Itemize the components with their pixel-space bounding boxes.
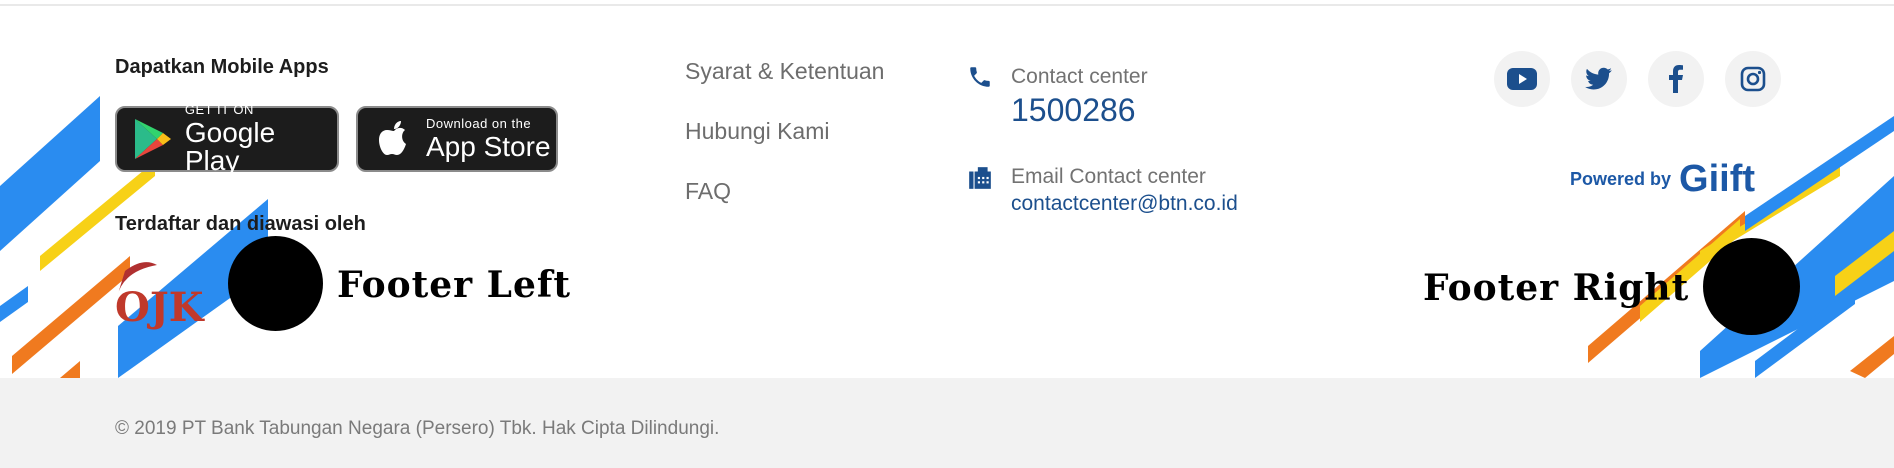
powered-by-giift: Powered by Giift bbox=[1570, 160, 1755, 198]
mobile-apps-title: Dapatkan Mobile Apps bbox=[115, 56, 329, 78]
youtube-button[interactable] bbox=[1494, 51, 1550, 107]
google-play-big-label: Google Play bbox=[184, 117, 276, 176]
facebook-icon bbox=[1669, 65, 1683, 93]
link-terms[interactable]: Syarat & Ketentuan bbox=[685, 58, 884, 85]
contact-email-link[interactable]: contactcenter@btn.co.id bbox=[1011, 192, 1238, 216]
facebook-button[interactable] bbox=[1648, 51, 1704, 107]
fax-icon bbox=[969, 167, 991, 189]
twitter-button[interactable] bbox=[1571, 51, 1627, 107]
left-circle-marker bbox=[228, 236, 323, 331]
copyright-text: © 2019 PT Bank Tabungan Negara (Persero)… bbox=[115, 418, 720, 439]
app-store-button[interactable]: Download on the App Store bbox=[356, 106, 558, 172]
contact-center-label: Contact center bbox=[1011, 65, 1148, 88]
giift-logo: Giift bbox=[1679, 158, 1756, 200]
powered-by-label: Powered by bbox=[1570, 169, 1672, 189]
svg-text:OJK: OJK bbox=[115, 284, 205, 331]
footer-right-label: Footer Right bbox=[1423, 267, 1690, 309]
google-play-button[interactable]: GET IT ON Google Play bbox=[115, 102, 339, 176]
google-play-small-label: GET IT ON bbox=[184, 102, 254, 117]
apple-icon bbox=[372, 117, 416, 161]
twitter-icon bbox=[1585, 67, 1612, 90]
link-faq[interactable]: FAQ bbox=[685, 178, 884, 205]
ojk-logo: OJK bbox=[115, 262, 205, 331]
app-store-small-label: Download on the bbox=[426, 116, 532, 131]
instagram-icon bbox=[1740, 66, 1766, 92]
contact-center-number[interactable]: 1500286 bbox=[1011, 92, 1136, 129]
instagram-button[interactable] bbox=[1725, 51, 1781, 107]
youtube-icon bbox=[1507, 68, 1537, 90]
footer-links: Syarat & Ketentuan Hubungi Kami FAQ bbox=[685, 58, 884, 238]
footer-left-label: Footer Left bbox=[337, 264, 571, 306]
phone-icon bbox=[970, 67, 990, 87]
google-play-icon bbox=[131, 117, 175, 161]
right-circle-marker bbox=[1703, 238, 1800, 335]
email-contact-label: Email Contact center bbox=[1011, 165, 1206, 188]
link-contact-us[interactable]: Hubungi Kami bbox=[685, 118, 884, 145]
footer-main: Dapatkan Mobile Apps GET IT ON Google Pl… bbox=[0, 6, 1894, 378]
copyright-bar: © 2019 PT Bank Tabungan Negara (Persero)… bbox=[0, 378, 1894, 468]
app-store-big-label: App Store bbox=[426, 131, 551, 162]
registration-title: Terdaftar dan diawasi oleh bbox=[115, 213, 366, 235]
